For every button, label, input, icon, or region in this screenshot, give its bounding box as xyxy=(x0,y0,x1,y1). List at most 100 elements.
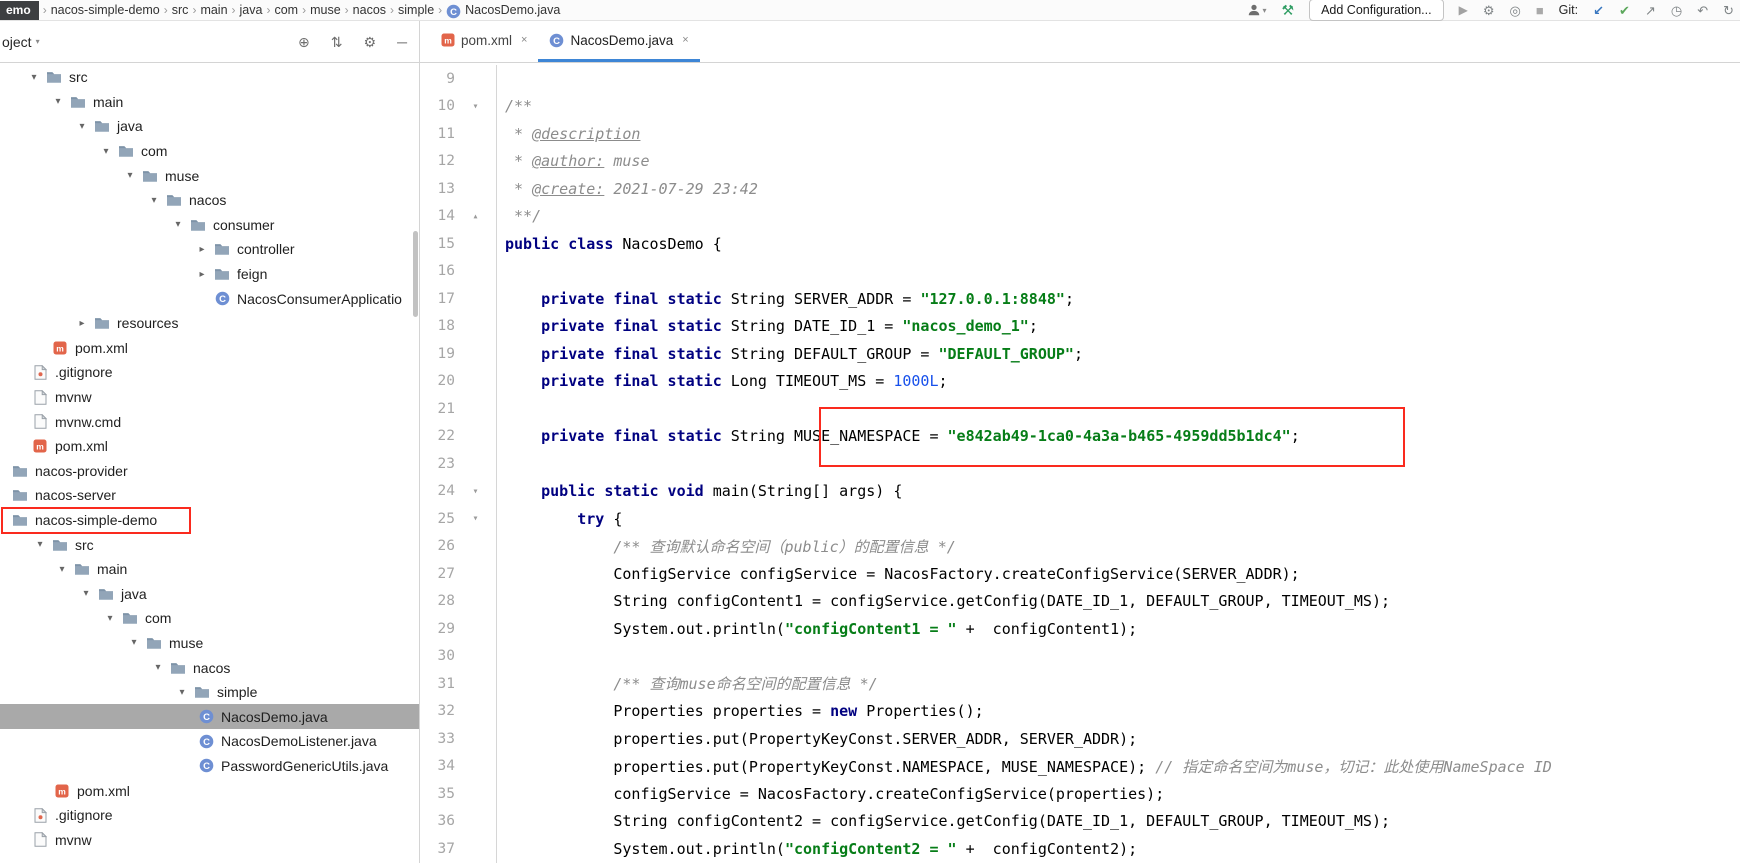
editor-line[interactable]: 17 private final static String SERVER_AD… xyxy=(420,285,1740,313)
editor-line[interactable]: 26 /** 查询默认命名空间（public）的配置信息 */ xyxy=(420,532,1740,561)
editor-line[interactable]: 30 xyxy=(420,642,1740,670)
user-account-button[interactable]: ▾ xyxy=(1247,3,1267,17)
line-number[interactable]: 36 xyxy=(420,808,455,836)
editor-line[interactable]: 29 System.out.println("configContent1 = … xyxy=(420,615,1740,643)
tree-item-pom-xml[interactable]: m pom.xml xyxy=(0,336,419,361)
tree-item-mvnw-cmd[interactable]: mvnw.cmd xyxy=(0,409,419,434)
tree-item-muse[interactable]: ▾ muse xyxy=(0,631,419,656)
breadcrumb-file-item[interactable]: NacosDemo.java xyxy=(465,3,560,17)
tree-item-src[interactable]: ▾ src xyxy=(0,532,419,557)
tree-item-pom-xml[interactable]: m pom.xml xyxy=(0,434,419,459)
line-number[interactable]: 13 xyxy=(420,175,455,203)
line-number[interactable]: 29 xyxy=(420,615,455,643)
line-number[interactable]: 18 xyxy=(420,313,455,341)
tree-item-nacosdemo-java[interactable]: C NacosDemo.java xyxy=(0,704,419,730)
chevron-down-icon[interactable]: ▾ xyxy=(144,195,164,206)
line-number[interactable]: 19 xyxy=(420,340,455,368)
fold-icon[interactable]: ▾ xyxy=(455,505,497,533)
stop-icon[interactable]: ■ xyxy=(1536,4,1544,17)
tree-item-nacos-provider[interactable]: nacos-provider xyxy=(0,459,419,484)
editor-line[interactable]: 20 private final static Long TIMEOUT_MS … xyxy=(420,367,1740,395)
editor-line[interactable]: 18 private final static String DATE_ID_1… xyxy=(420,312,1740,341)
breadcrumb-item[interactable]: main xyxy=(200,3,227,17)
tree-item-nacos-simple-demo[interactable]: nacos-simple-demo xyxy=(0,506,419,534)
tree-item-com[interactable]: ▾ com xyxy=(0,606,419,631)
editor-line[interactable]: 34 properties.put(PropertyKeyConst.NAMES… xyxy=(420,752,1740,781)
line-number[interactable]: 37 xyxy=(420,835,455,863)
gear-icon[interactable]: ⚙ xyxy=(364,35,377,49)
breadcrumb-item[interactable]: src xyxy=(172,3,189,17)
build-hammer-icon[interactable]: ⚒ xyxy=(1282,3,1295,17)
line-number[interactable]: 31 xyxy=(420,670,455,698)
breadcrumb-item[interactable]: com xyxy=(274,3,298,17)
tree-item-java[interactable]: ▾ java xyxy=(0,114,419,139)
close-icon[interactable]: × xyxy=(521,34,527,46)
line-number[interactable]: 22 xyxy=(420,423,455,451)
chevron-right-icon[interactable]: ▸ xyxy=(192,244,212,255)
tab-pom-xml[interactable]: m pom.xml × xyxy=(430,21,538,62)
breadcrumb-item[interactable]: nacos xyxy=(353,3,386,17)
revert-icon[interactable]: ↶ xyxy=(1697,4,1708,17)
line-number[interactable]: 32 xyxy=(420,698,455,726)
chevron-down-icon[interactable]: ▾ xyxy=(168,219,188,230)
chevron-down-icon[interactable]: ▾ xyxy=(148,662,168,673)
tree-item-nacos[interactable]: ▾ nacos xyxy=(0,188,419,213)
project-badge[interactable]: emo xyxy=(0,0,39,20)
fold-icon[interactable]: ▴ xyxy=(455,202,497,230)
run-icon[interactable]: ▶ xyxy=(1459,4,1468,16)
line-number[interactable]: 16 xyxy=(420,258,455,286)
tree-item-com[interactable]: ▾ com xyxy=(0,139,419,164)
history-icon[interactable]: ◷ xyxy=(1671,4,1682,17)
tree-item-mvnw[interactable]: mvnw xyxy=(0,827,419,852)
tree-item-src[interactable]: ▾ src xyxy=(0,65,419,90)
editor-line[interactable]: 36 String configContent2 = configService… xyxy=(420,807,1740,836)
line-number[interactable]: 26 xyxy=(420,533,455,561)
collapse-all-icon[interactable]: ⇅ xyxy=(331,35,343,49)
editor-line[interactable]: 27 ConfigService configService = NacosFa… xyxy=(420,560,1740,588)
tree-item-muse[interactable]: ▾ muse xyxy=(0,163,419,188)
line-number[interactable]: 21 xyxy=(420,395,455,423)
breadcrumb-item[interactable]: muse xyxy=(310,3,341,17)
line-number[interactable]: 9 xyxy=(420,65,455,93)
editor-line[interactable]: 21 xyxy=(420,395,1740,423)
fold-icon[interactable]: ▾ xyxy=(455,477,497,505)
line-number[interactable]: 27 xyxy=(420,560,455,588)
tree-item-nacosdemolistener-java[interactable]: C NacosDemoListener.java xyxy=(0,729,419,754)
tree-item-simple[interactable]: ▾ simple xyxy=(0,680,419,705)
tree-item-mvnw[interactable]: mvnw xyxy=(0,385,419,410)
editor-line[interactable]: 11 * @description xyxy=(420,120,1740,148)
editor-line[interactable]: 35 configService = NacosFactory.createCo… xyxy=(420,780,1740,808)
chevron-down-icon[interactable]: ▾ xyxy=(172,687,192,698)
tree-item-main[interactable]: ▾ main xyxy=(0,557,419,582)
chevron-down-icon[interactable]: ▾ xyxy=(48,96,68,107)
line-number[interactable]: 12 xyxy=(420,148,455,176)
tree-item-nacos-server[interactable]: nacos-server xyxy=(0,483,419,508)
chevron-right-icon[interactable]: ▸ xyxy=(72,318,92,329)
line-number[interactable]: 17 xyxy=(420,285,455,313)
editor-line[interactable]: 25 ▾ try { xyxy=(420,505,1740,533)
project-panel-title[interactable]: oject xyxy=(2,34,32,50)
tree-item-main[interactable]: ▾ main xyxy=(0,90,419,115)
chevron-down-icon[interactable]: ▾ xyxy=(24,72,44,83)
editor-line[interactable]: 9 xyxy=(420,65,1740,93)
profiler-icon[interactable]: ⚙ xyxy=(1483,4,1495,17)
tree-item-feign[interactable]: ▸ feign xyxy=(0,262,419,287)
fold-icon[interactable]: ▾ xyxy=(455,92,497,120)
hide-panel-icon[interactable]: ─ xyxy=(397,35,407,49)
editor-line[interactable]: 23 xyxy=(420,450,1740,478)
tree-item-nacosconsumerapplicatio[interactable]: C NacosConsumerApplicatio xyxy=(0,286,419,311)
tree-item-pom-xml[interactable]: m pom.xml xyxy=(0,778,419,803)
coverage-icon[interactable]: ◎ xyxy=(1509,4,1520,17)
tree-item-controller[interactable]: ▸ controller xyxy=(0,237,419,262)
line-number[interactable]: 28 xyxy=(420,588,455,616)
line-number[interactable]: 34 xyxy=(420,753,455,781)
breadcrumb-item[interactable]: simple xyxy=(398,3,434,17)
line-number[interactable]: 35 xyxy=(420,780,455,808)
chevron-down-icon[interactable]: ▾ xyxy=(120,170,140,181)
git-commit-icon[interactable]: ✔ xyxy=(1619,4,1630,17)
breadcrumb-item[interactable]: java xyxy=(240,3,263,17)
chevron-right-icon[interactable]: ▸ xyxy=(192,269,212,280)
line-number[interactable]: 25 xyxy=(420,505,455,533)
line-number[interactable]: 14 xyxy=(420,203,455,231)
tree-item-passwordgenericutils-java[interactable]: C PasswordGenericUtils.java xyxy=(0,754,419,779)
